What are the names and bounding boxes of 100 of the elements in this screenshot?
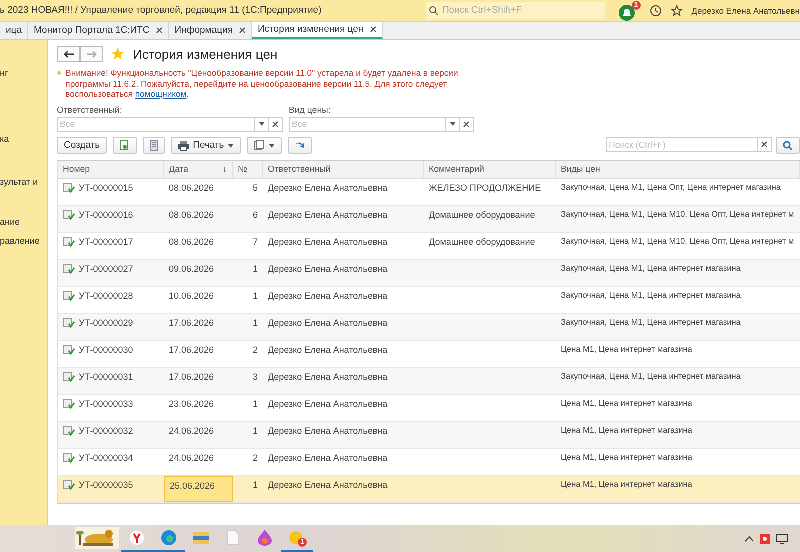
- table-cell-text: Закупочная, Цена М1, Цена М10, Цена Опт, Цена интернет м: [560, 208, 796, 221]
- close-icon[interactable]: [156, 27, 163, 34]
- table-cell-text: Дерезко Елена Анатольевна: [267, 290, 389, 303]
- star-icon[interactable]: [670, 4, 683, 16]
- sidebar-item[interactable]: нг: [0, 68, 47, 78]
- user-name[interactable]: Дерезко Елена Анатольевн: [692, 6, 800, 16]
- filter-label: Вид цены:: [289, 104, 332, 114]
- printer-icon: [178, 140, 190, 150]
- table-row[interactable]: УТ-00000031 17.06.2026 3 Дерезко Елена Анатольевна Закупочная, Цена М1, Цена интернет магазина: [58, 368, 800, 394]
- sidebar-item[interactable]: зультат и: [0, 177, 47, 187]
- table-cell-text: ЖЕЛЕЗО ПРОДОЛЖЕНИЕ: [428, 182, 542, 195]
- sidebar-item[interactable]: ание: [0, 217, 47, 227]
- column-header[interactable]: Комментарий: [424, 160, 556, 178]
- refresh-button[interactable]: [288, 137, 312, 154]
- monitor-icon[interactable]: [776, 534, 788, 544]
- report-button[interactable]: [247, 137, 282, 154]
- document-icon: [63, 264, 75, 274]
- back-button[interactable]: [57, 46, 80, 62]
- table-cell-text: 24.06.2026: [168, 424, 216, 438]
- table-row[interactable]: УТ-00000030 17.06.2026 2 Дерезко Елена Анатольевна Цена М1, Цена интернет магазина: [58, 340, 800, 368]
- table-row[interactable]: УТ-00000017 08.06.2026 7 Дерезко Елена Анатольевна Домашнее оборудование Закупочная, Цена М1, Цена М10, Цена Опт, Цена интернет м: [58, 232, 800, 260]
- folder-icon[interactable]: [193, 530, 209, 544]
- close-icon[interactable]: [238, 27, 246, 34]
- close-icon[interactable]: [761, 141, 768, 148]
- close-icon[interactable]: [272, 120, 279, 128]
- table-row[interactable]: УТ-00000027 09.06.2026 1 Дерезко Елена Анатольевна Закупочная, Цена М1, Цена интернет магазина: [58, 260, 800, 286]
- table-cell-text: Дерезко Елена Анатольевна: [267, 208, 389, 222]
- table-cell-text: Дерезко Елена Анатольевна: [267, 370, 389, 384]
- table-cell: УТ-00000033: [58, 394, 164, 420]
- search-field[interactable]: Поиск (Ctrl+F): [606, 137, 772, 152]
- tray-app-icon[interactable]: [760, 534, 770, 544]
- table-cell-text: Дерезко Елена Анатольевна: [267, 452, 389, 465]
- table-row[interactable]: УТ-00000016 08.06.2026 6 Дерезко Елена Анатольевна Домашнее оборудование Закупочная, Цена М1, Цена М10, Цена Опт, Цена интернет м: [58, 206, 800, 232]
- sidebar-item[interactable]: равление: [0, 236, 47, 246]
- documents-icon: [254, 140, 266, 151]
- column-header[interactable]: Виды цен: [556, 160, 800, 178]
- drop-icon[interactable]: [258, 530, 272, 546]
- close-icon[interactable]: [463, 120, 470, 128]
- app-icon[interactable]: [289, 530, 305, 546]
- dropdown-icon[interactable]: [258, 122, 264, 126]
- table-cell-text: 1: [252, 316, 259, 330]
- document-icon: [63, 344, 75, 354]
- table-cell-text: Закупочная, Цена М1, Цена интернет магазина: [560, 370, 742, 383]
- filter-field[interactable]: Все: [57, 116, 283, 132]
- document-icon: [63, 426, 75, 436]
- chevron-up-icon[interactable]: [745, 536, 754, 542]
- table-cell-text: Дерезко Елена Анатольевна: [267, 236, 389, 249]
- table-cell-text: Цена М1, Цена интернет магазина: [560, 344, 694, 356]
- table-cell-text: Цена М1, Цена интернет магазина: [560, 424, 694, 437]
- table-row[interactable]: УТ-00000035 25.06.2026 1 Дерезко Елена Анатольевна Цена М1, Цена интернет магазина: [58, 476, 800, 502]
- table-row[interactable]: УТ-00000029 17.06.2026 1 Дерезко Елена Анатольевна Закупочная, Цена М1, Цена интернет магазина: [58, 314, 800, 340]
- document-icon: [63, 236, 75, 246]
- document-icon: [120, 140, 130, 151]
- table-cell-text: 17.06.2026: [168, 370, 216, 384]
- table-cell-text: 2: [252, 452, 259, 464]
- sort-icon: ↓: [222, 164, 227, 174]
- column-header[interactable]: Дата ↓: [164, 160, 233, 178]
- search-button[interactable]: [776, 137, 800, 154]
- browser-icon[interactable]: [129, 530, 145, 546]
- column-header[interactable]: Номер: [58, 160, 164, 178]
- table-cell-text: Цена М1, Цена интернет магазина: [560, 478, 694, 491]
- table-cell-text: Дерезко Елена Анатольевна: [267, 316, 389, 330]
- table-cell-text: 7: [252, 236, 259, 248]
- table-row[interactable]: УТ-00000032 24.06.2026 1 Дерезко Елена Анатольевна Цена М1, Цена интернет магазина: [58, 422, 800, 448]
- table-row[interactable]: УТ-00000015 08.06.2026 5 Дерезко Елена Анатольевна ЖЕЛЕЗО ПРОДОЛЖЕНИЕ Закупочная, Цена М1, Цена Опт, Цена интернет магазина: [58, 178, 800, 206]
- table-cell: УТ-00000028: [58, 286, 164, 312]
- create-button[interactable]: Создать: [57, 137, 108, 154]
- copy-button[interactable]: [113, 137, 138, 154]
- search-placeholder: Поиск Ctrl+Shift+F: [442, 5, 522, 16]
- bell-icon[interactable]: [618, 4, 635, 20]
- print-button[interactable]: Печать: [171, 137, 242, 154]
- table-row[interactable]: УТ-00000034 24.06.2026 2 Дерезко Елена Анатольевна Цена М1, Цена интернет магазина: [58, 448, 800, 476]
- column-header[interactable]: Ответственный: [263, 160, 424, 178]
- document-icon: [63, 318, 75, 328]
- caret-icon[interactable]: [269, 144, 276, 148]
- history-icon[interactable]: [650, 4, 662, 16]
- warning-icon: [57, 68, 62, 77]
- table-cell-text: 17.06.2026: [168, 316, 216, 330]
- table-cell-text: 08.06.2026: [168, 236, 216, 248]
- document-icon: [63, 290, 75, 300]
- table-cell: 25.06.2026: [164, 476, 233, 502]
- filter-field[interactable]: Все: [289, 116, 474, 132]
- favorite-star-icon[interactable]: [111, 47, 125, 61]
- table-cell-text: 2: [252, 344, 259, 356]
- dropdown-icon[interactable]: [450, 122, 456, 126]
- close-icon[interactable]: [370, 26, 377, 33]
- table-cell-text: Дерезко Елена Анатольевна: [267, 182, 389, 195]
- table-row[interactable]: УТ-00000028 10.06.2026 1 Дерезко Елена Анатольевна Закупочная, Цена М1, Цена интернет магазина: [58, 286, 800, 314]
- table-cell-text: 5: [252, 182, 259, 194]
- sidebar-item[interactable]: ка: [0, 134, 47, 144]
- list-button[interactable]: [143, 137, 166, 154]
- tab[interactable]: История изменения цен: [252, 22, 383, 39]
- table-row[interactable]: УТ-00000033 23.06.2026 1 Дерезко Елена Анатольевна Цена М1, Цена интернет магазина: [58, 394, 800, 422]
- table-cell-text: Закупочная, Цена М1, Цена М10, Цена Опт, Цена интернет м: [560, 236, 796, 248]
- table-cell-text: Цена М1, Цена интернет магазина: [560, 452, 694, 464]
- column-header[interactable]: №: [233, 160, 263, 178]
- table-cell-text: Закупочная, Цена М1, Цена интернет магазина: [560, 290, 742, 302]
- assistant-link[interactable]: помощником: [135, 89, 187, 99]
- browser-icon[interactable]: [161, 530, 177, 546]
- caret-icon[interactable]: [228, 144, 234, 148]
